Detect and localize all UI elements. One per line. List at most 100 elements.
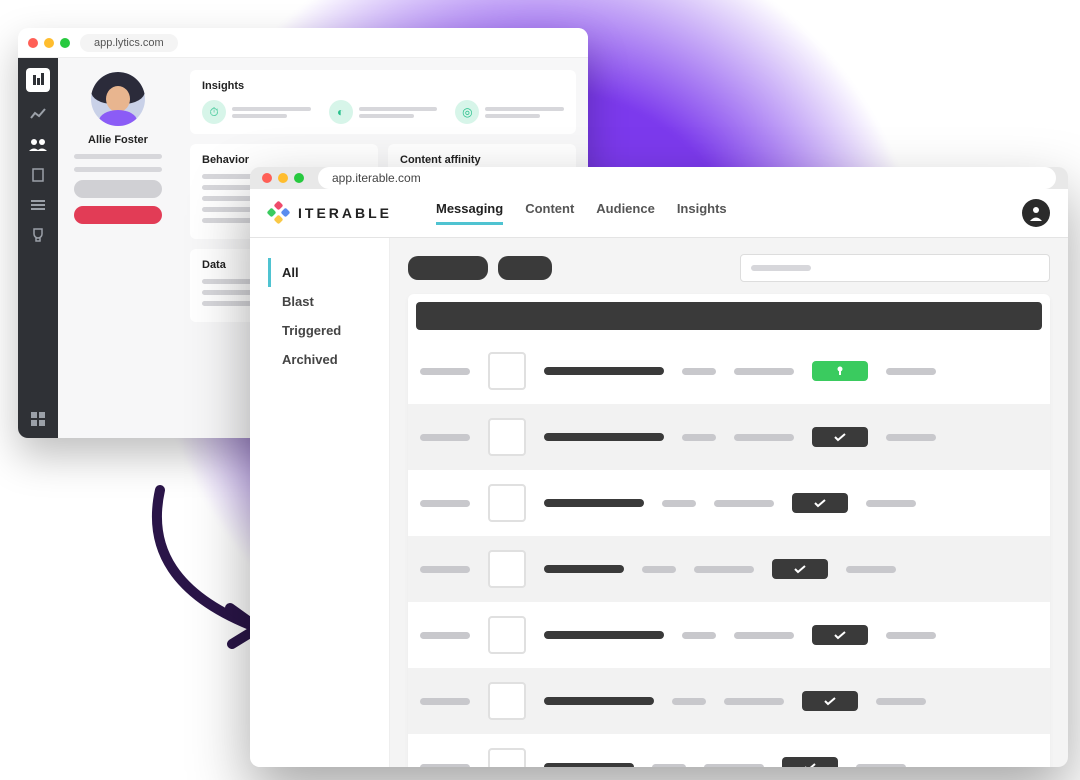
brand-text: ITERABLE (298, 205, 392, 221)
profile-panel: Allie Foster (58, 58, 178, 438)
filter-button[interactable] (408, 256, 488, 280)
placeholder-line (724, 698, 784, 705)
messaging-sidebar: All Blast Triggered Archived (250, 238, 390, 767)
filter-button[interactable] (498, 256, 552, 280)
nav-content[interactable]: Content (525, 201, 574, 225)
minimize-icon[interactable] (278, 173, 288, 183)
iterable-logo[interactable]: ITERABLE (268, 202, 392, 224)
analytics-icon[interactable] (29, 108, 47, 122)
placeholder-line (544, 631, 664, 639)
thumbnail (488, 418, 526, 456)
placeholder-line (734, 368, 794, 375)
thumbnail (488, 484, 526, 522)
placeholder-line (694, 566, 754, 573)
status-badge (812, 427, 868, 447)
placeholder-line (544, 565, 624, 573)
placeholder-line (734, 632, 794, 639)
status-badge (782, 757, 838, 767)
clock-icon: ⏱ (202, 100, 226, 124)
iterable-titlebar: app.iterable.com (250, 167, 1068, 189)
people-icon[interactable] (29, 138, 47, 152)
sidebar-item-all[interactable]: All (268, 258, 389, 287)
placeholder-line (886, 434, 936, 441)
maximize-icon[interactable] (60, 38, 70, 48)
profile-name: Allie Foster (68, 134, 168, 146)
sidebar-item-blast[interactable]: Blast (268, 287, 389, 316)
placeholder-line (420, 368, 470, 375)
close-icon[interactable] (28, 38, 38, 48)
placeholder-line (672, 698, 706, 705)
search-input[interactable] (740, 254, 1050, 282)
table-row[interactable] (408, 668, 1050, 734)
placeholder-line (886, 632, 936, 639)
gauge-icon: ◐ (329, 100, 353, 124)
placeholder-line (544, 499, 644, 507)
avatar (91, 72, 145, 126)
thumbnail (488, 352, 526, 390)
target-icon: ◎ (455, 100, 479, 124)
table-row[interactable] (408, 734, 1050, 767)
address-bar[interactable]: app.iterable.com (318, 167, 1056, 189)
sidebar-item-archived[interactable]: Archived (268, 345, 389, 374)
close-icon[interactable] (262, 173, 272, 183)
placeholder-line (420, 632, 470, 639)
placeholder-line (420, 434, 470, 441)
lytics-logo-icon[interactable] (26, 68, 50, 92)
minimize-icon[interactable] (44, 38, 54, 48)
placeholder-line (876, 698, 926, 705)
document-icon[interactable] (29, 168, 47, 182)
list-icon[interactable] (29, 198, 47, 212)
status-badge (802, 691, 858, 711)
placeholder-line (866, 500, 916, 507)
status-badge (772, 559, 828, 579)
thumbnail (488, 748, 526, 767)
placeholder-line (714, 500, 774, 507)
insight-item: ◐ (329, 100, 438, 124)
table-row[interactable] (408, 338, 1050, 404)
placeholder-line (662, 500, 696, 507)
window-controls (28, 38, 70, 48)
placeholder-line (420, 698, 470, 705)
nav-insights[interactable]: Insights (677, 201, 727, 225)
placeholder-line (652, 764, 686, 768)
lytics-titlebar: app.lytics.com (18, 28, 588, 58)
placeholder-line (682, 434, 716, 441)
maximize-icon[interactable] (294, 173, 304, 183)
insight-item: ◎ (455, 100, 564, 124)
placeholder-line (642, 566, 676, 573)
window-controls (262, 173, 304, 183)
address-bar[interactable]: app.lytics.com (80, 34, 178, 52)
iterable-logo-icon (268, 202, 290, 224)
table-row[interactable] (408, 602, 1050, 668)
main-nav: Messaging Content Audience Insights (436, 201, 727, 225)
placeholder-line (544, 763, 634, 767)
card-title: Insights (202, 80, 564, 92)
table-row[interactable] (408, 404, 1050, 470)
card-title: Behavior (202, 154, 366, 166)
status-badge (812, 361, 868, 381)
trophy-icon[interactable] (29, 228, 47, 242)
placeholder-line (856, 764, 906, 768)
table-header (416, 302, 1042, 330)
iterable-header: ITERABLE Messaging Content Audience Insi… (250, 189, 1068, 238)
placeholder-line (420, 500, 470, 507)
sidebar-item-triggered[interactable]: Triggered (268, 316, 389, 345)
secondary-button[interactable] (74, 180, 162, 198)
placeholder-line (420, 566, 470, 573)
nav-messaging[interactable]: Messaging (436, 201, 503, 225)
user-menu-icon[interactable] (1022, 199, 1050, 227)
placeholder-line (74, 167, 162, 172)
table-row[interactable] (408, 536, 1050, 602)
primary-button[interactable] (74, 206, 162, 224)
thumbnail (488, 682, 526, 720)
apps-icon[interactable] (29, 412, 47, 426)
status-badge (812, 625, 868, 645)
insight-item: ⏱ (202, 100, 311, 124)
card-title: Content affinity (400, 154, 564, 166)
placeholder-line (682, 632, 716, 639)
placeholder-line (544, 697, 654, 705)
campaigns-table (408, 294, 1050, 767)
placeholder-line (846, 566, 896, 573)
table-row[interactable] (408, 470, 1050, 536)
nav-audience[interactable]: Audience (596, 201, 655, 225)
